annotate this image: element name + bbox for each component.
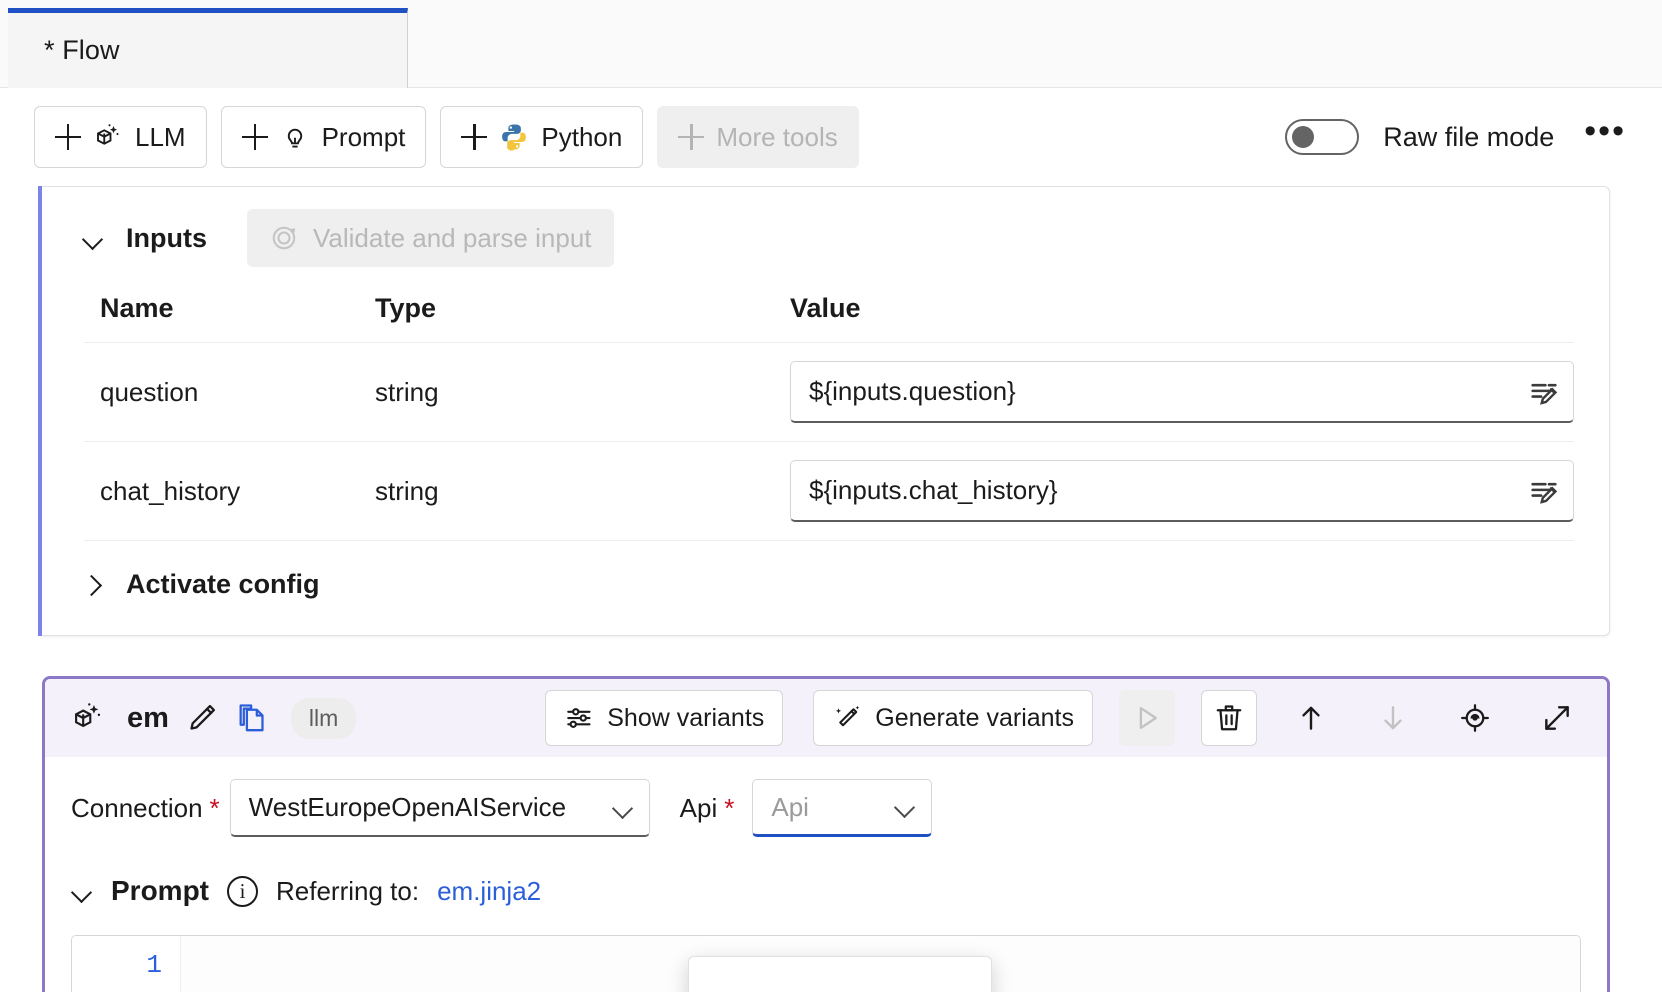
column-header-type: Type — [359, 293, 774, 343]
llm-node-header: em llm Show variants Generate variants — [45, 679, 1607, 757]
flow-canvas: Inputs Validate and parse input Name Typ… — [0, 186, 1662, 992]
referring-file-link[interactable]: em.jinja2 — [437, 876, 541, 907]
tab-flow-label: * Flow — [44, 35, 120, 65]
trash-icon — [1213, 702, 1245, 734]
expand-diagonal-icon — [1541, 702, 1573, 734]
delete-node-button[interactable] — [1201, 690, 1257, 746]
locate-node-button[interactable] — [1447, 690, 1503, 746]
table-header-row: Name Type Value — [84, 293, 1574, 343]
info-icon[interactable]: i — [227, 875, 258, 907]
activate-config-label: Activate config — [126, 569, 320, 599]
move-node-up-button[interactable] — [1283, 690, 1339, 746]
arrow-up-icon — [1295, 702, 1327, 734]
sliders-icon — [564, 703, 594, 733]
activate-config-section[interactable]: Activate config — [42, 541, 1609, 600]
arrow-down-icon — [1377, 702, 1409, 734]
cube-sparkle-icon — [93, 122, 123, 152]
add-prompt-label: Prompt — [321, 121, 406, 152]
cube-sparkle-icon — [71, 701, 105, 735]
show-variants-button[interactable]: Show variants — [545, 690, 784, 746]
input-value-field-question[interactable]: ${inputs.question} — [790, 361, 1574, 423]
prompt-row: Prompt i Referring to: em.jinja2 — [71, 875, 1581, 907]
chevron-right-icon[interactable] — [82, 574, 104, 596]
input-value-cell-question: ${inputs.question} — [774, 342, 1574, 442]
api-required-marker: * — [724, 792, 735, 823]
target-locate-icon — [1459, 702, 1491, 734]
inputs-title: Inputs — [126, 222, 207, 253]
api-option-chat[interactable]: chat — [689, 971, 991, 992]
validate-and-parse-input-button[interactable]: Validate and parse input — [247, 209, 614, 267]
column-header-value: Value — [774, 293, 1574, 343]
add-prompt-button[interactable]: Prompt — [220, 106, 427, 168]
lightbulb-icon — [280, 122, 310, 152]
magic-wand-icon — [832, 703, 862, 733]
llm-node-card: em llm Show variants Generate variants C… — [42, 676, 1610, 992]
plus-icon — [241, 124, 268, 150]
tab-flow[interactable]: * Flow — [8, 8, 408, 88]
raw-file-mode-label: Raw file mode — [1383, 121, 1555, 152]
add-python-label: Python — [541, 121, 623, 152]
api-label: Api — [679, 792, 718, 823]
edit-lines-icon[interactable] — [1527, 475, 1561, 509]
copy-icon[interactable] — [235, 701, 269, 735]
generate-variants-button[interactable]: Generate variants — [813, 690, 1093, 746]
table-row: chat_history string ${inputs.chat_histor… — [84, 441, 1574, 541]
plus-icon — [678, 124, 705, 150]
toggle-knob — [1292, 126, 1315, 148]
code-line-number: 1 — [72, 936, 180, 992]
raw-file-mode-toggle[interactable] — [1285, 119, 1360, 155]
tab-strip: * Flow — [0, 0, 1662, 88]
add-llm-label: LLM — [135, 121, 186, 152]
more-options-button[interactable]: ••• — [1578, 114, 1632, 160]
inputs-section-header: Inputs Validate and parse input — [42, 187, 1609, 267]
play-icon — [1131, 702, 1163, 734]
python-icon — [499, 122, 529, 152]
input-value-cell-chat-history: ${inputs.chat_history} — [774, 441, 1574, 541]
llm-node-name: em — [127, 701, 169, 734]
validate-button-label: Validate and parse input — [313, 222, 592, 253]
connection-value: WestEuropeOpenAIService — [248, 792, 567, 822]
validate-icon — [269, 223, 299, 253]
api-value: Api — [771, 791, 809, 822]
toolbar: LLM Prompt Python More tools Raw file mo — [0, 88, 1662, 186]
toolbar-right-group: Raw file mode ••• — [1285, 114, 1662, 160]
generate-variants-label: Generate variants — [875, 703, 1074, 732]
table-row: question string ${inputs.question} — [84, 342, 1574, 442]
column-header-name: Name — [84, 293, 359, 343]
chevron-down-icon[interactable] — [71, 880, 93, 902]
connection-row: Connection * WestEuropeOpenAIService Api… — [71, 779, 1581, 837]
input-name-question: question — [84, 342, 359, 442]
chevron-down-icon — [613, 798, 633, 818]
input-value-field-chat-history[interactable]: ${inputs.chat_history} — [790, 460, 1574, 522]
add-python-button[interactable]: Python — [440, 106, 644, 168]
input-name-chat-history: chat_history — [84, 441, 359, 541]
referring-to-label: Referring to: — [276, 875, 420, 906]
prompt-title: Prompt — [111, 875, 209, 906]
chevron-down-icon — [895, 797, 915, 817]
api-dropdown[interactable]: Api — [752, 779, 933, 837]
edit-pencil-icon[interactable] — [185, 701, 219, 735]
plus-icon — [461, 124, 488, 150]
input-type-chat-history: string — [359, 441, 774, 541]
show-variants-label: Show variants — [607, 703, 765, 732]
run-node-button[interactable] — [1119, 690, 1175, 746]
chevron-down-icon[interactable] — [82, 227, 104, 249]
input-type-question: string — [359, 342, 774, 442]
more-tools-label: More tools — [716, 121, 838, 152]
connection-dropdown[interactable]: WestEuropeOpenAIService — [229, 779, 650, 837]
inputs-table: Name Type Value question string ${inputs… — [84, 293, 1574, 541]
move-node-down-button[interactable] — [1365, 690, 1421, 746]
input-value-text-question: ${inputs.question} — [809, 376, 1016, 406]
expand-node-button[interactable] — [1529, 690, 1585, 746]
add-llm-button[interactable]: LLM — [34, 106, 207, 168]
inputs-node-card: Inputs Validate and parse input Name Typ… — [38, 186, 1610, 636]
more-tools-button[interactable]: More tools — [657, 106, 859, 168]
llm-node-type-badge: llm — [290, 697, 357, 739]
api-dropdown-menu: chat completion — [688, 956, 992, 992]
input-value-text-chat-history: ${inputs.chat_history} — [809, 475, 1058, 505]
edit-lines-icon[interactable] — [1527, 376, 1561, 410]
connection-required-marker: * — [209, 792, 220, 823]
plus-icon — [55, 124, 81, 150]
connection-label: Connection — [71, 792, 203, 823]
